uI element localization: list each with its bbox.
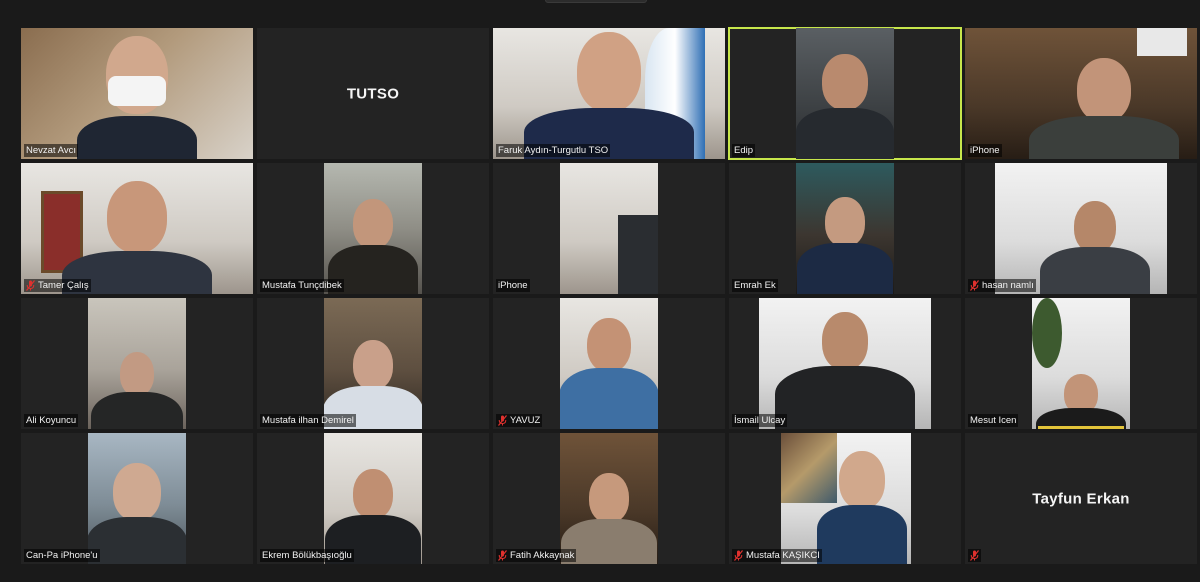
participant-tile[interactable]: Ali Koyuncu (21, 298, 253, 429)
participant-tile[interactable]: Mesut Icen (965, 298, 1197, 429)
participant-name-label: iPhone (968, 144, 1002, 157)
participant-video (560, 163, 658, 294)
participant-video (493, 28, 725, 159)
participant-video (560, 298, 658, 429)
participant-tile[interactable]: Tamer Çalış (21, 163, 253, 294)
participant-video (796, 28, 894, 159)
participant-video (759, 298, 931, 429)
mic-muted-icon (498, 415, 507, 426)
participant-figure (328, 199, 418, 294)
participant-tile[interactable]: Ekrem Bölükbaşıoğlu (257, 433, 489, 564)
participant-tile[interactable]: Fatih Akkaynak (493, 433, 725, 564)
participant-tile[interactable]: Mustafa KAŞIKCI (729, 433, 961, 564)
mic-muted-icon (26, 280, 35, 291)
participant-name-label: Mustafa KAŞIKCI (732, 549, 822, 562)
participant-figure (524, 32, 694, 159)
participant-name-label: Mustafa ilhan Demirel (260, 414, 356, 427)
participant-figure (796, 54, 894, 159)
mic-muted-icon (970, 550, 979, 561)
participant-tile[interactable]: hasan namlı (965, 163, 1197, 294)
participant-video (995, 163, 1167, 294)
participant-tile[interactable]: iPhone (965, 28, 1197, 159)
participant-tile[interactable]: iPhone (493, 163, 725, 294)
participant-video (560, 433, 658, 564)
participant-figure (816, 451, 907, 564)
participant-tile[interactable]: TUTSO (257, 28, 489, 159)
participant-tile-active-speaker[interactable]: Edip (728, 27, 962, 160)
participant-tile[interactable]: Emrah Ek (729, 163, 961, 294)
participant-name-label: Fatih Akkaynak (496, 549, 577, 562)
participant-tile[interactable]: YAVUZ (493, 298, 725, 429)
participant-figure (560, 318, 658, 429)
participant-name-label: İsmail Ulcay (732, 414, 788, 427)
participant-tile[interactable]: Mustafa Tunçdibek (257, 163, 489, 294)
participant-display-name: TUTSO (346, 85, 400, 102)
participant-display-name: Tayfun Erkan (1032, 490, 1130, 507)
participant-figure (77, 36, 197, 159)
participant-name-label: YAVUZ (496, 414, 543, 427)
participant-video (1032, 298, 1130, 429)
participant-tile[interactable]: Mustafa ilhan Demirel (257, 298, 489, 429)
participant-name-label: Tamer Çalış (24, 279, 91, 292)
participant-video (88, 298, 186, 429)
participant-figure (775, 312, 915, 429)
participant-figure (797, 197, 893, 294)
participant-video (781, 433, 911, 564)
participant-video (965, 28, 1197, 159)
participant-name-label: Faruk Aydın-Turgutlu TSO (496, 144, 611, 157)
mic-muted-icon (970, 280, 979, 291)
participant-name-label: Nevzat Avcı (24, 144, 78, 157)
gallery-view: Nevzat Avcı TUTSO Faruk Aydın-Turgutlu T… (21, 27, 1197, 564)
participant-name-label: Mesut Icen (968, 414, 1019, 427)
participant-name-label: iPhone (496, 279, 530, 292)
participant-video (324, 433, 422, 564)
participant-name-label: hasan namlı (968, 279, 1036, 292)
participant-figure (62, 181, 212, 294)
participant-video (88, 433, 186, 564)
mic-muted-icon (498, 550, 507, 561)
participant-name-label: Can-Pa iPhone'u (24, 549, 100, 562)
participant-figure (91, 352, 183, 429)
window-top-handle[interactable] (545, 0, 647, 3)
participant-figure (561, 473, 657, 564)
participant-name-label: Ekrem Bölükbaşıoğlu (260, 549, 354, 562)
participant-figure (88, 463, 186, 564)
participant-figure (1039, 201, 1150, 294)
participant-tile[interactable]: Faruk Aydın-Turgutlu TSO (493, 28, 725, 159)
participant-tile[interactable]: Can-Pa iPhone'u (21, 433, 253, 564)
participant-tile[interactable]: İsmail Ulcay (729, 298, 961, 429)
participant-tile[interactable]: Tayfun Erkan (965, 433, 1197, 564)
participant-video (796, 163, 894, 294)
participant-video (21, 163, 253, 294)
participant-video (21, 28, 253, 159)
participant-video (324, 163, 422, 294)
participant-name-label (968, 549, 981, 562)
participant-name-label: Mustafa Tunçdibek (260, 279, 344, 292)
participant-video (324, 298, 422, 429)
mic-muted-icon (734, 550, 743, 561)
participant-tile[interactable]: Nevzat Avcı (21, 28, 253, 159)
participant-name-label: Emrah Ek (732, 279, 778, 292)
participant-name-label: Edip (732, 144, 756, 157)
participant-name-label: Ali Koyuncu (24, 414, 79, 427)
participant-figure (1029, 58, 1180, 159)
participant-figure (1036, 374, 1126, 429)
